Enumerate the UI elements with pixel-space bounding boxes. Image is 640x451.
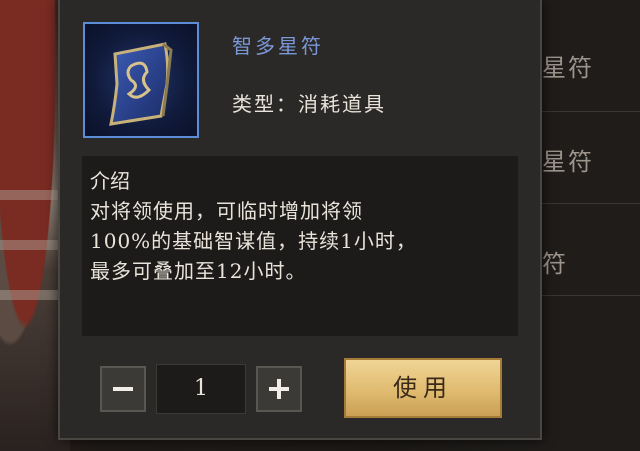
list-item[interactable]: 星符 — [540, 20, 640, 112]
list-item[interactable]: 星符 — [540, 112, 640, 204]
game-screen: 星符 星符 符 智多星符 类型：消耗道具 介绍 对将领使用，可临时增加将领 10… — [0, 0, 640, 451]
quantity-input[interactable]: 1 — [156, 364, 246, 414]
list-item-label: 星符 — [542, 148, 594, 176]
description-box: 介绍 对将领使用，可临时增加将领 100%的基础智谋值，持续1小时， 最多可叠加… — [82, 156, 518, 336]
armor-stripe — [0, 190, 60, 200]
increase-quantity-button[interactable] — [256, 366, 302, 412]
list-item[interactable]: 符 — [540, 204, 640, 296]
item-detail-popup: 智多星符 类型：消耗道具 介绍 对将领使用，可临时增加将领 100%的基础智谋值… — [58, 0, 542, 440]
description-title: 介绍 — [90, 169, 130, 193]
list-item-label: 星符 — [542, 54, 594, 82]
item-icon-frame — [83, 22, 199, 138]
armor-stripe — [0, 240, 60, 250]
list-item-label: 符 — [542, 250, 568, 278]
item-name: 智多星符 — [232, 34, 324, 58]
description-text: 对将领使用，可临时增加将领 100%的基础智谋值，持续1小时， 最多可叠加至12… — [90, 199, 417, 283]
armor-stripe — [0, 290, 60, 300]
background-item-list: 星符 星符 符 — [540, 0, 640, 451]
decrease-quantity-button[interactable] — [100, 366, 146, 412]
minus-icon — [113, 387, 133, 391]
talisman-icon — [109, 42, 173, 126]
use-button[interactable]: 使用 — [344, 358, 502, 418]
item-type: 类型：消耗道具 — [232, 92, 386, 116]
